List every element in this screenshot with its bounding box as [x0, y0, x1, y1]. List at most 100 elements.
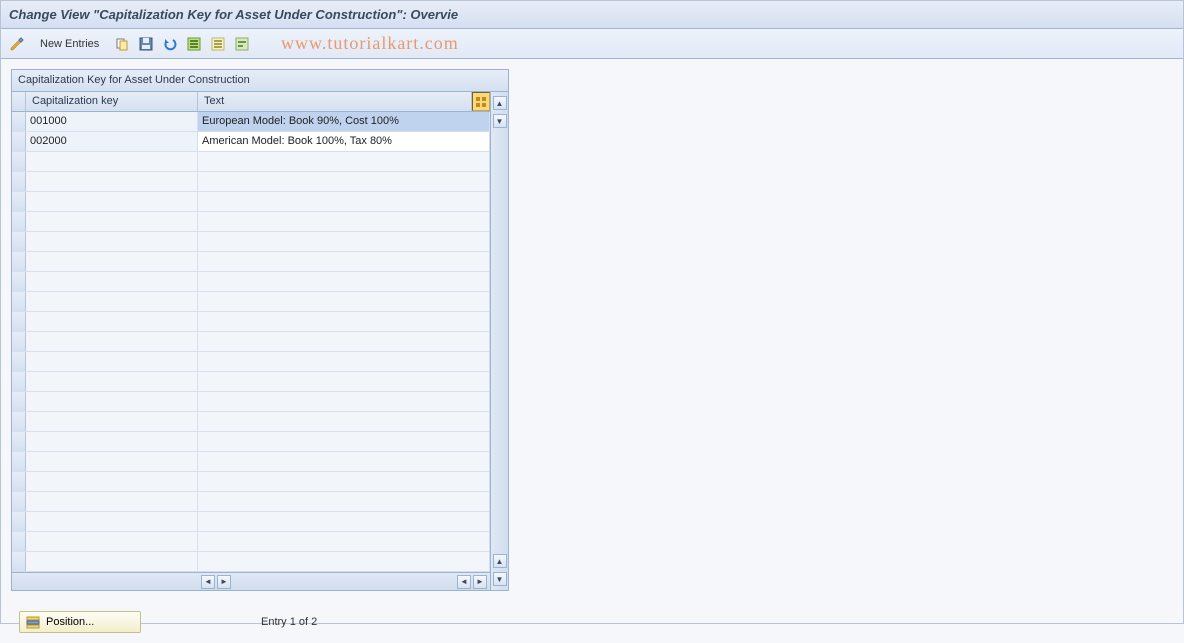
- table-row[interactable]: [12, 512, 490, 532]
- cell-text[interactable]: [198, 532, 490, 551]
- row-selector[interactable]: [12, 372, 26, 391]
- deselect-all-icon[interactable]: [208, 34, 228, 54]
- table-row[interactable]: [12, 292, 490, 312]
- cell-capitalization-key[interactable]: [26, 252, 198, 271]
- scroll-left-button[interactable]: ◄: [201, 575, 215, 589]
- cell-capitalization-key[interactable]: 001000: [26, 112, 198, 131]
- table-row[interactable]: [12, 552, 490, 572]
- table-row[interactable]: [12, 532, 490, 552]
- cell-text[interactable]: [198, 172, 490, 191]
- row-selector[interactable]: [12, 212, 26, 231]
- cell-text[interactable]: [198, 292, 490, 311]
- cell-text[interactable]: [198, 372, 490, 391]
- cell-capitalization-key[interactable]: [26, 552, 198, 571]
- table-row[interactable]: [12, 332, 490, 352]
- table-row[interactable]: [12, 472, 490, 492]
- cell-text[interactable]: European Model: Book 90%, Cost 100%: [198, 112, 490, 131]
- copy-icon[interactable]: [112, 34, 132, 54]
- table-row[interactable]: [12, 172, 490, 192]
- row-selector[interactable]: [12, 452, 26, 471]
- cell-capitalization-key[interactable]: [26, 532, 198, 551]
- table-row[interactable]: [12, 152, 490, 172]
- position-button[interactable]: Position...: [19, 611, 141, 633]
- toggle-edit-icon[interactable]: [7, 34, 27, 54]
- cell-capitalization-key[interactable]: 002000: [26, 132, 198, 151]
- row-selector[interactable]: [12, 152, 26, 171]
- cell-text[interactable]: [198, 492, 490, 511]
- table-row[interactable]: [12, 352, 490, 372]
- cell-text[interactable]: [198, 352, 490, 371]
- cell-capitalization-key[interactable]: [26, 192, 198, 211]
- table-row[interactable]: [12, 392, 490, 412]
- table-row[interactable]: [12, 272, 490, 292]
- cell-capitalization-key[interactable]: [26, 152, 198, 171]
- table-row[interactable]: [12, 492, 490, 512]
- selection-icon[interactable]: [232, 34, 252, 54]
- cell-text[interactable]: [198, 272, 490, 291]
- cell-capitalization-key[interactable]: [26, 212, 198, 231]
- row-selector[interactable]: [12, 312, 26, 331]
- table-row[interactable]: [12, 432, 490, 452]
- cell-capitalization-key[interactable]: [26, 412, 198, 431]
- cell-capitalization-key[interactable]: [26, 292, 198, 311]
- row-selector[interactable]: [12, 492, 26, 511]
- cell-capitalization-key[interactable]: [26, 272, 198, 291]
- cell-capitalization-key[interactable]: [26, 352, 198, 371]
- row-selector[interactable]: [12, 352, 26, 371]
- scroll-right-button[interactable]: ►: [217, 575, 231, 589]
- cell-text[interactable]: [198, 412, 490, 431]
- cell-text[interactable]: [198, 192, 490, 211]
- cell-text[interactable]: [198, 452, 490, 471]
- cell-capitalization-key[interactable]: [26, 172, 198, 191]
- row-selector[interactable]: [12, 112, 26, 131]
- row-selector[interactable]: [12, 552, 26, 571]
- cell-capitalization-key[interactable]: [26, 392, 198, 411]
- cell-text[interactable]: American Model: Book 100%, Tax 80%: [198, 132, 490, 151]
- table-configure-icon[interactable]: [472, 92, 490, 111]
- table-row[interactable]: 002000American Model: Book 100%, Tax 80%: [12, 132, 490, 152]
- row-selector[interactable]: [12, 412, 26, 431]
- cell-text[interactable]: [198, 312, 490, 331]
- row-selector[interactable]: [12, 432, 26, 451]
- table-row[interactable]: 001000European Model: Book 90%, Cost 100…: [12, 112, 490, 132]
- row-selector[interactable]: [12, 172, 26, 191]
- cell-text[interactable]: [198, 392, 490, 411]
- cell-text[interactable]: [198, 252, 490, 271]
- table-row[interactable]: [12, 412, 490, 432]
- row-selector[interactable]: [12, 472, 26, 491]
- cell-text[interactable]: [198, 152, 490, 171]
- cell-capitalization-key[interactable]: [26, 332, 198, 351]
- table-row[interactable]: [12, 312, 490, 332]
- row-selector[interactable]: [12, 392, 26, 411]
- table-row[interactable]: [12, 452, 490, 472]
- new-entries-button[interactable]: New Entries: [31, 33, 108, 55]
- select-all-icon[interactable]: [184, 34, 204, 54]
- undo-icon[interactable]: [160, 34, 180, 54]
- cell-text[interactable]: [198, 212, 490, 231]
- cell-capitalization-key[interactable]: [26, 512, 198, 531]
- cell-text[interactable]: [198, 432, 490, 451]
- cell-capitalization-key[interactable]: [26, 452, 198, 471]
- cell-text[interactable]: [198, 232, 490, 251]
- table-row[interactable]: [12, 252, 490, 272]
- cell-capitalization-key[interactable]: [26, 372, 198, 391]
- cell-capitalization-key[interactable]: [26, 492, 198, 511]
- table-row[interactable]: [12, 372, 490, 392]
- row-selector[interactable]: [12, 512, 26, 531]
- column-header-text[interactable]: Text: [198, 92, 472, 111]
- save-icon[interactable]: [136, 34, 156, 54]
- cell-capitalization-key[interactable]: [26, 472, 198, 491]
- cell-text[interactable]: [198, 332, 490, 351]
- row-selector[interactable]: [12, 232, 26, 251]
- scroll-down-button[interactable]: ▼: [493, 114, 507, 128]
- cell-capitalization-key[interactable]: [26, 312, 198, 331]
- table-row[interactable]: [12, 192, 490, 212]
- row-selector[interactable]: [12, 292, 26, 311]
- cell-capitalization-key[interactable]: [26, 432, 198, 451]
- cell-text[interactable]: [198, 472, 490, 491]
- column-header-key[interactable]: Capitalization key: [26, 92, 198, 111]
- scroll-up-page-button[interactable]: ▲: [493, 554, 507, 568]
- row-selector[interactable]: [12, 192, 26, 211]
- scroll-left-end-button[interactable]: ◄: [457, 575, 471, 589]
- row-selector[interactable]: [12, 272, 26, 291]
